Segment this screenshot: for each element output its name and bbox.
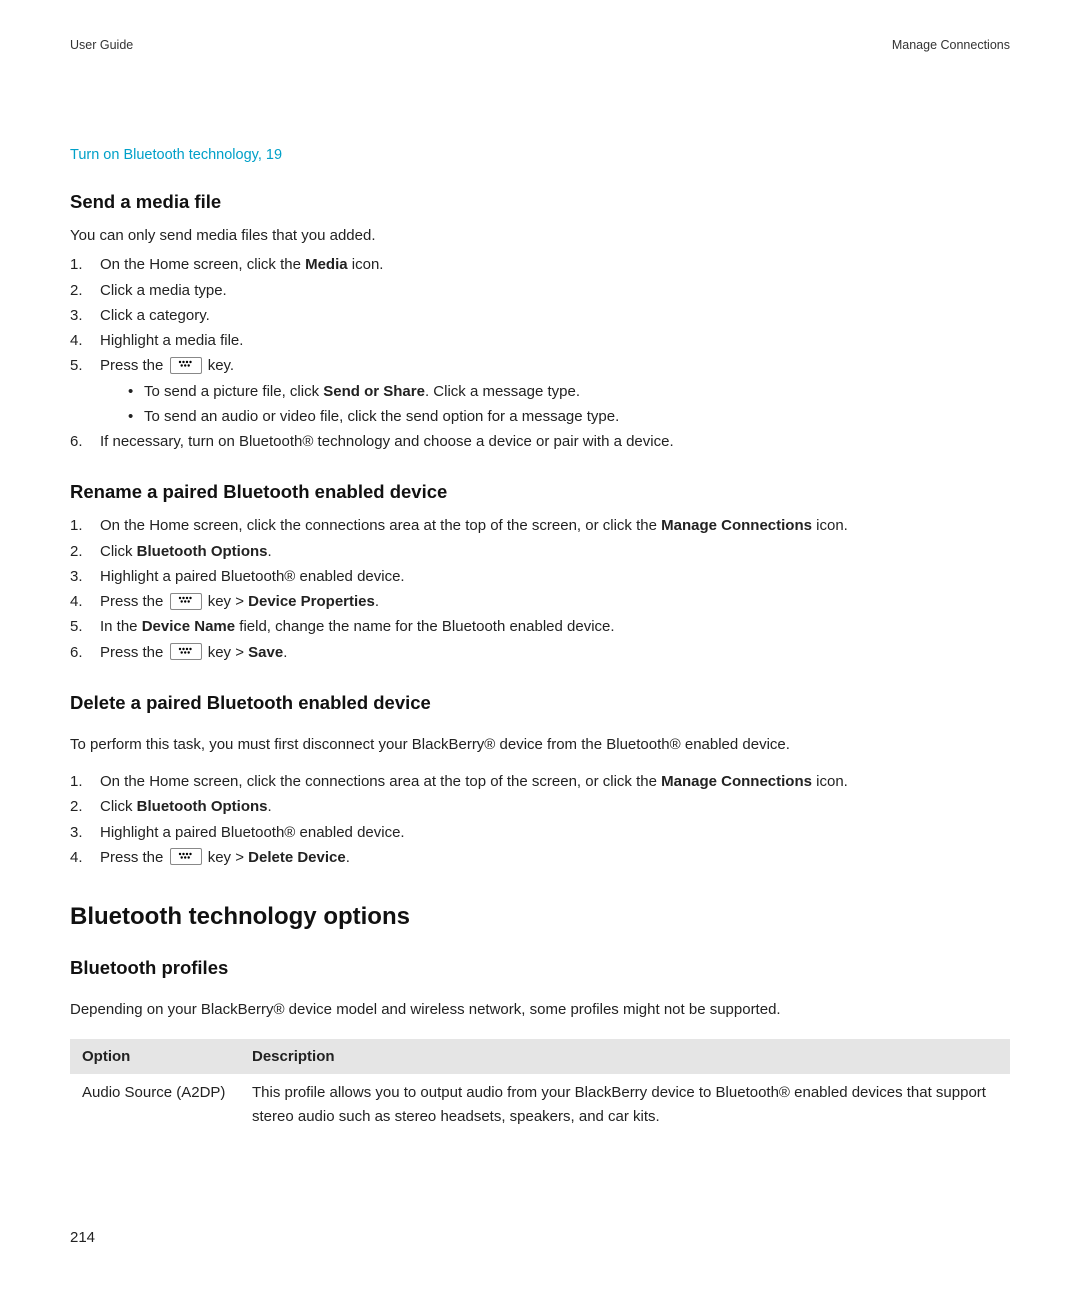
table-row: Audio Source (A2DP) This profile allows …: [70, 1074, 1010, 1132]
menu-key-icon: [170, 593, 202, 610]
step-item: Click a media type.: [70, 279, 1010, 302]
heading-send-media-file: Send a media file: [70, 191, 1010, 213]
table-header-description: Description: [240, 1039, 1010, 1074]
intro-text: Depending on your BlackBerry® device mod…: [70, 998, 1010, 1021]
link-turn-on-bluetooth[interactable]: Turn on Bluetooth technology, 19: [70, 147, 1010, 163]
intro-text: To perform this task, you must first dis…: [70, 733, 1010, 756]
substeps: To send a picture file, click Send or Sh…: [100, 380, 1010, 429]
profiles-table: Option Description Audio Source (A2DP) T…: [70, 1039, 1010, 1132]
table-header-option: Option: [70, 1039, 240, 1074]
step-item: Highlight a media file.: [70, 329, 1010, 352]
step-item: Press the key. To send a picture file, c…: [70, 354, 1010, 428]
step-item: Click Bluetooth Options.: [70, 540, 1010, 563]
page-content: User Guide Manage Connections Turn on Bl…: [0, 0, 1080, 1172]
step-item: Press the key > Delete Device.: [70, 846, 1010, 869]
substep-item: To send a picture file, click Send or Sh…: [100, 380, 1010, 403]
step-item: In the Device Name field, change the nam…: [70, 615, 1010, 638]
menu-key-icon: [170, 357, 202, 374]
step-item: Press the key > Device Properties.: [70, 590, 1010, 613]
profiles-table-wrap: Option Description Audio Source (A2DP) T…: [70, 1039, 1010, 1132]
steps-send-media: On the Home screen, click the Media icon…: [70, 253, 1010, 453]
heading-bluetooth-profiles: Bluetooth profiles: [70, 957, 1010, 979]
step-item: Highlight a paired Bluetooth® enabled de…: [70, 565, 1010, 588]
menu-key-icon: [170, 848, 202, 865]
substep-item: To send an audio or video file, click th…: [100, 405, 1010, 428]
step-item: Highlight a paired Bluetooth® enabled de…: [70, 821, 1010, 844]
step-item: Press the key > Save.: [70, 641, 1010, 664]
steps-rename: On the Home screen, click the connection…: [70, 514, 1010, 664]
heading-rename-device: Rename a paired Bluetooth enabled device: [70, 481, 1010, 503]
step-item: If necessary, turn on Bluetooth® technol…: [70, 430, 1010, 453]
header-right: Manage Connections: [892, 38, 1010, 52]
heading-delete-device: Delete a paired Bluetooth enabled device: [70, 692, 1010, 714]
intro-text: You can only send media files that you a…: [70, 224, 1010, 247]
page-number: 214: [70, 1229, 95, 1246]
step-item: On the Home screen, click the connection…: [70, 514, 1010, 537]
step-item: On the Home screen, click the connection…: [70, 770, 1010, 793]
cell-description: This profile allows you to output audio …: [240, 1074, 1010, 1132]
menu-key-icon: [170, 643, 202, 660]
step-item: Click a category.: [70, 304, 1010, 327]
heading-bluetooth-options: Bluetooth technology options: [70, 903, 1010, 931]
steps-delete: On the Home screen, click the connection…: [70, 770, 1010, 869]
cell-option: Audio Source (A2DP): [70, 1074, 240, 1132]
step-item: Click Bluetooth Options.: [70, 795, 1010, 818]
header-left: User Guide: [70, 38, 133, 52]
page-header: User Guide Manage Connections: [70, 38, 1010, 52]
step-item: On the Home screen, click the Media icon…: [70, 253, 1010, 276]
